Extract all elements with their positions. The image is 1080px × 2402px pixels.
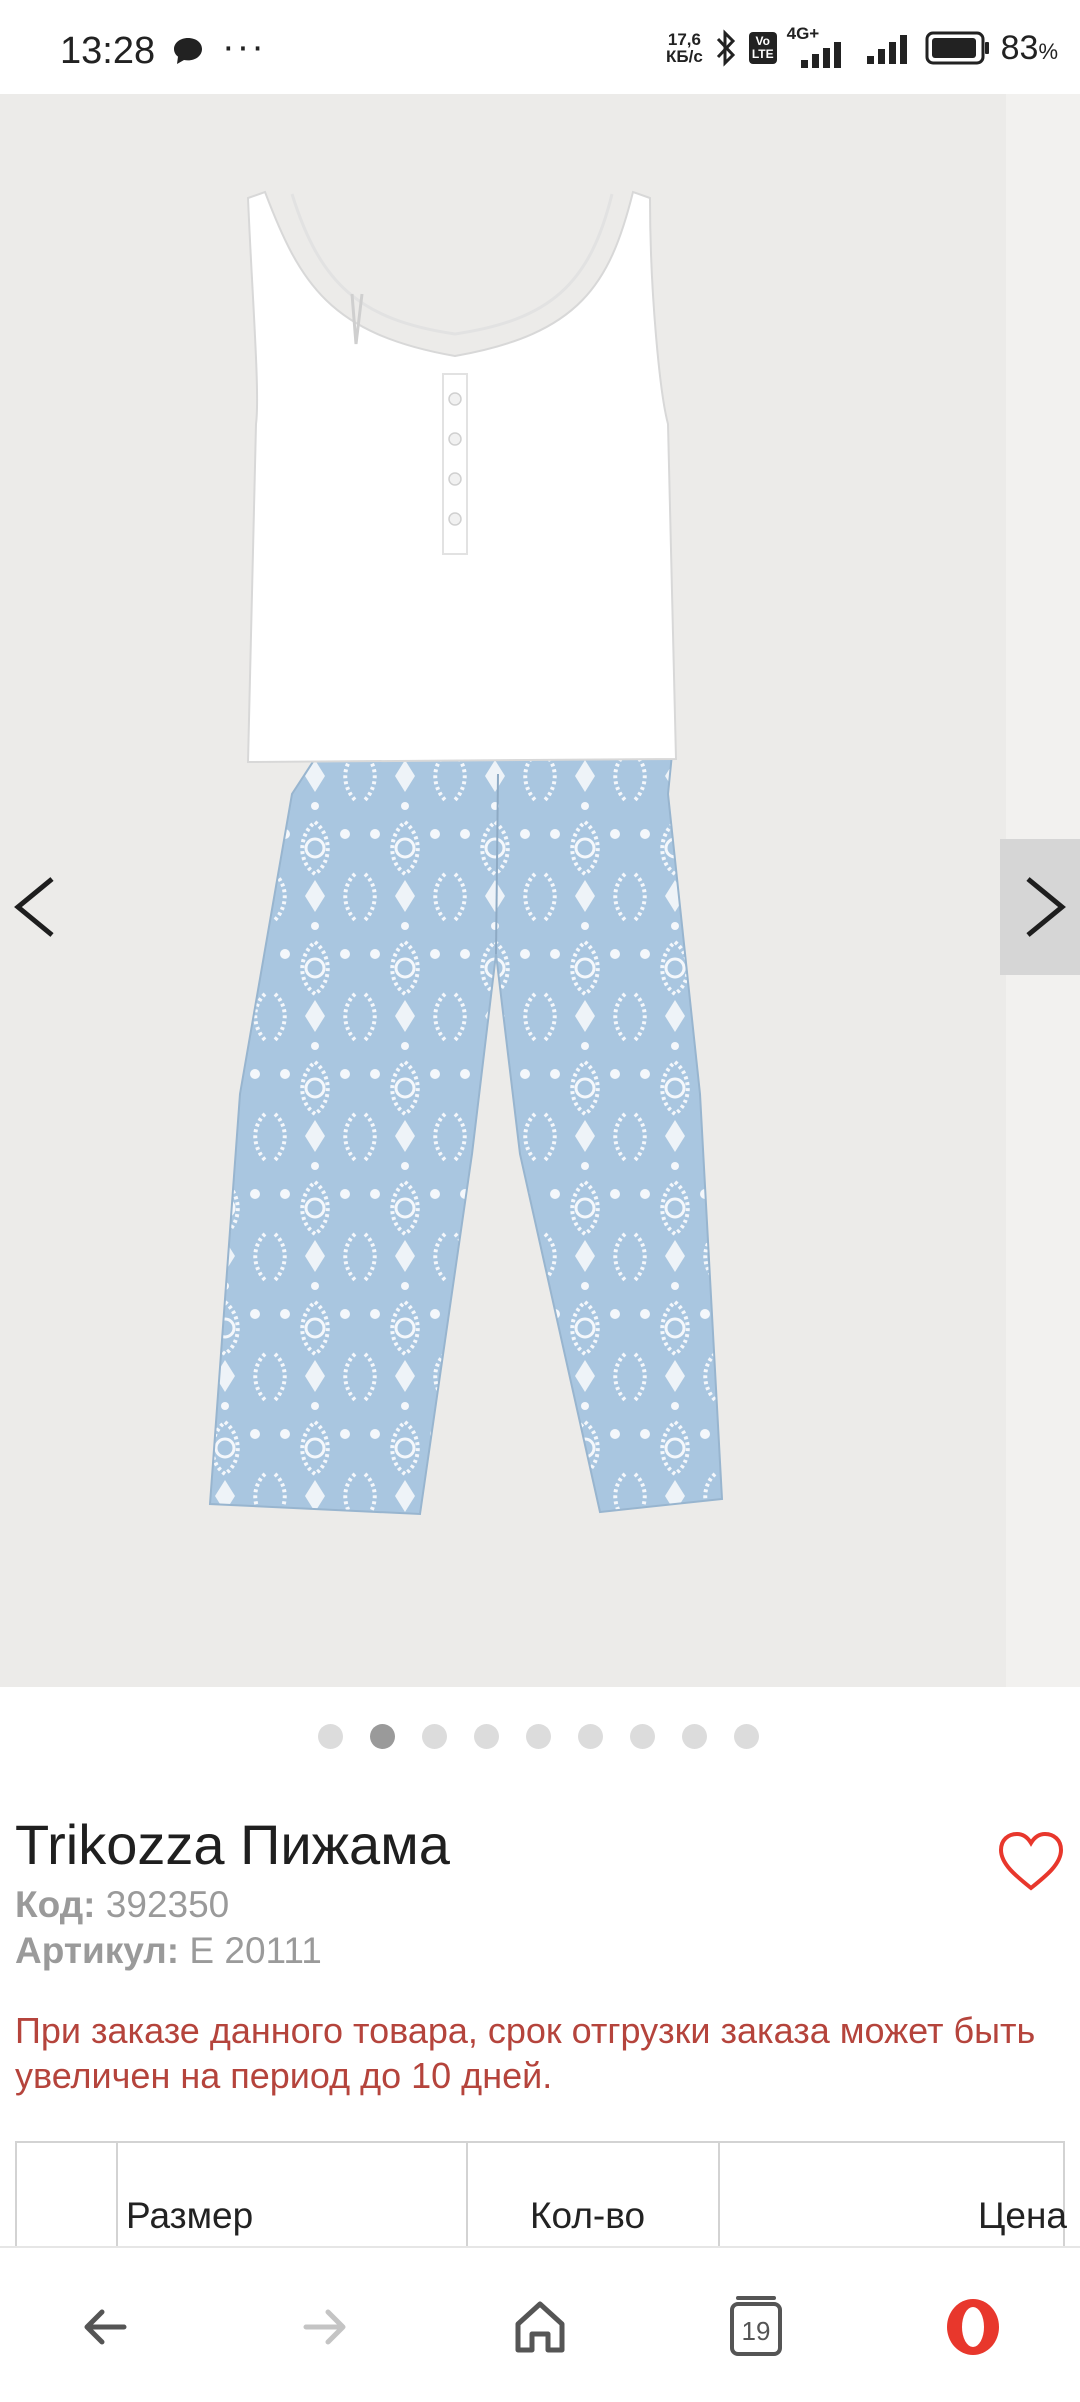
table-header-price: Цена: [978, 2195, 1067, 2236]
battery-icon: [925, 31, 989, 65]
back-arrow-icon[interactable]: [72, 2292, 142, 2362]
browser-bottom-bar: 19: [0, 2246, 1080, 2402]
size-table: Размер Кол-во Цена: [15, 2141, 1067, 2253]
gallery-dot[interactable]: [526, 1724, 551, 1749]
product-title: Trikozza Пижама: [15, 1813, 450, 1876]
bluetooth-icon: [716, 29, 735, 67]
signal-4g-icon: 4G+: [787, 24, 857, 68]
tabs-icon[interactable]: 19: [721, 2292, 791, 2362]
net-speed-unit: КБ/с: [666, 47, 703, 66]
shipping-notice: При заказе данного товара, срок отгрузки…: [15, 2010, 1036, 2096]
gallery-dot[interactable]: [474, 1724, 499, 1749]
product-article-value: Е 20111: [189, 1930, 322, 1971]
gallery-dot[interactable]: [682, 1724, 707, 1749]
gallery-dot[interactable]: [578, 1724, 603, 1749]
gallery-next-button[interactable]: [1000, 839, 1080, 975]
gallery-prev-button[interactable]: [0, 839, 74, 975]
gallery-pagination: [0, 1722, 1080, 1752]
gallery-dot[interactable]: [318, 1724, 343, 1749]
product-code: Код: 392350: [15, 1884, 229, 1926]
status-bar: 13:28 ··· 17,6 КБ/с Vo LTE 4G+ 83%: [0, 0, 1080, 94]
forward-arrow-icon[interactable]: [288, 2292, 358, 2362]
product-gallery[interactable]: [0, 94, 1080, 1687]
table-header-size: Размер: [118, 2143, 468, 2253]
product-article: Артикул: Е 20111: [15, 1930, 322, 1972]
status-time: 13:28: [60, 30, 156, 72]
gallery-dot-active[interactable]: [370, 1724, 395, 1749]
gallery-dot[interactable]: [734, 1724, 759, 1749]
gallery-dot[interactable]: [422, 1724, 447, 1749]
product-image: [208, 190, 724, 1516]
tabs-count: 19: [741, 2316, 771, 2346]
table-header-checkbox: [17, 2143, 118, 2253]
volte-icon: Vo LTE: [748, 32, 777, 64]
product-code-label: Код:: [15, 1884, 96, 1925]
net-speed: 17,6 КБ/с: [666, 31, 703, 65]
battery-percent: 83%: [1000, 28, 1058, 67]
table-header-qty: Кол-во: [468, 2143, 720, 2253]
net-speed-value: 17,6: [667, 30, 701, 49]
product-article-label: Артикул:: [15, 1930, 180, 1971]
opera-menu-icon[interactable]: [938, 2292, 1008, 2362]
more-dots-icon: ···: [222, 26, 266, 68]
heart-outline-icon[interactable]: [996, 1830, 1066, 1894]
message-icon: [174, 38, 202, 64]
gallery-dot[interactable]: [630, 1724, 655, 1749]
product-code-value: 392350: [105, 1884, 230, 1925]
home-icon[interactable]: [505, 2292, 575, 2362]
signal-icon: [866, 35, 907, 64]
